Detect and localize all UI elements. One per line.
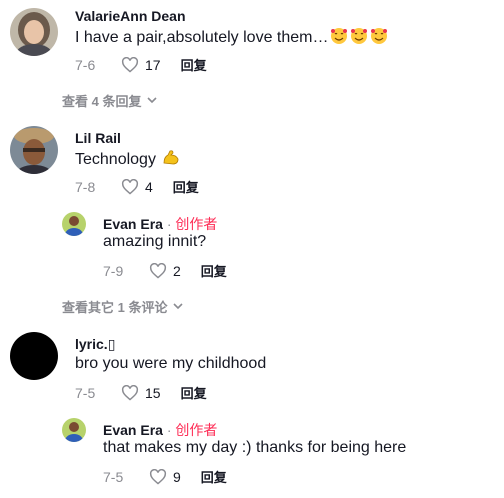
like-count: 15: [145, 384, 161, 401]
reply-username[interactable]: Evan Era · 创作者: [103, 420, 217, 440]
heart-icon: [149, 262, 167, 279]
avatar[interactable]: [10, 332, 58, 380]
reply-text: that makes my day :) thanks for being he…: [103, 439, 407, 456]
creator-tag: 创作者: [175, 216, 218, 232]
reply-button[interactable]: 回复: [181, 383, 207, 402]
like-button[interactable]: 2: [149, 262, 181, 279]
like-count: 9: [173, 468, 181, 485]
reply-button[interactable]: 回复: [173, 177, 199, 196]
like-button[interactable]: 17: [121, 56, 161, 73]
like-count: 17: [145, 56, 161, 73]
smiling-face-with-hearts-icon: [370, 27, 388, 50]
reply-date: 7-5: [103, 468, 124, 485]
view-replies-label: 查看 4 条回复: [62, 94, 142, 109]
comment-date: 7-6: [75, 56, 96, 73]
like-button[interactable]: 4: [121, 178, 153, 195]
view-more-label: 查看其它 1 条评论: [62, 300, 168, 315]
smiling-face-with-hearts-icon: [330, 27, 348, 50]
reply-button[interactable]: 回复: [181, 55, 207, 74]
comment-text-content: Technology: [75, 151, 156, 168]
chevron-down-icon: [173, 303, 184, 310]
separator: ·: [166, 422, 172, 438]
comment-username[interactable]: lyric.▯: [75, 336, 115, 353]
reply-meta: 7-9 2 回复: [103, 261, 227, 280]
heart-icon: [121, 178, 139, 195]
reply-button[interactable]: 回复: [201, 467, 227, 486]
reply-username[interactable]: Evan Era · 创作者: [103, 214, 217, 234]
comment-date: 7-8: [75, 178, 96, 195]
comment-text: I have a pair,absolutely love them…: [75, 27, 388, 50]
like-button[interactable]: 15: [121, 384, 161, 401]
heart-icon: [149, 468, 167, 485]
comment-text-content: I have a pair,absolutely love them…: [75, 29, 329, 46]
avatar[interactable]: [62, 212, 86, 236]
reply-text: amazing innit?: [103, 233, 207, 250]
reply-username-text: Evan Era: [103, 422, 163, 438]
creator-tag: 创作者: [175, 422, 218, 438]
view-more-comments-button[interactable]: 查看其它 1 条评论: [62, 297, 184, 316]
flexed-biceps-icon: [162, 149, 180, 172]
comment-username[interactable]: Lil Rail: [75, 130, 121, 146]
heart-icon: [121, 384, 139, 401]
chevron-down-icon: [147, 97, 158, 104]
separator: ·: [166, 216, 172, 232]
comment-date: 7-5: [75, 384, 96, 401]
reply-meta: 7-5 9 回复: [103, 467, 227, 486]
avatar[interactable]: [10, 126, 58, 174]
avatar[interactable]: [10, 8, 58, 56]
comment-text: bro you were my childhood: [75, 355, 267, 372]
view-replies-button[interactable]: 查看 4 条回复: [62, 91, 158, 110]
heart-icon: [121, 56, 139, 73]
like-count: 4: [145, 178, 153, 195]
comment-meta: 7-5 15 回复: [75, 383, 207, 402]
avatar[interactable]: [62, 418, 86, 442]
smiling-face-with-hearts-icon: [350, 27, 368, 50]
comment-text: Technology: [75, 149, 180, 172]
comment-meta: 7-6 17 回复: [75, 55, 207, 74]
like-count: 2: [173, 262, 181, 279]
reply-username-text: Evan Era: [103, 216, 163, 232]
comment-meta: 7-8 4 回复: [75, 177, 199, 196]
reply-date: 7-9: [103, 262, 124, 279]
comment-username[interactable]: ValarieAnn Dean: [75, 8, 186, 24]
reply-button[interactable]: 回复: [201, 261, 227, 280]
like-button[interactable]: 9: [149, 468, 181, 485]
